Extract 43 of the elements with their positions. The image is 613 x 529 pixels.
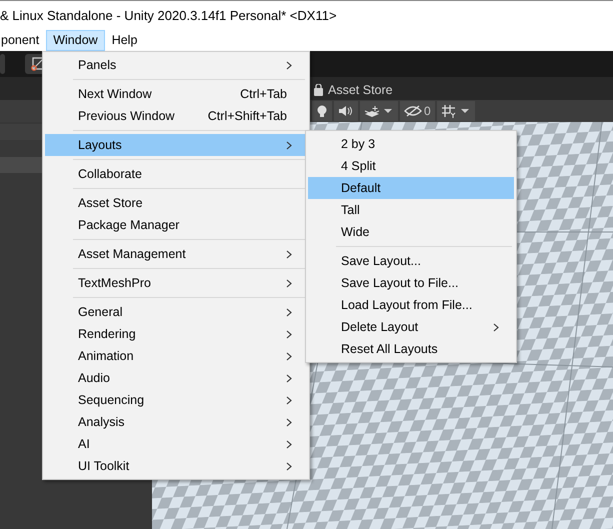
menu-item[interactable]: Layouts [45, 134, 307, 156]
lighting-button[interactable] [312, 101, 332, 121]
menu-item[interactable]: Asset Management [45, 243, 307, 265]
effects-dropdown[interactable] [360, 101, 398, 121]
menu-item[interactable]: AI [45, 433, 307, 455]
menu-item[interactable]: Rendering [45, 323, 307, 345]
layers-icon [364, 104, 380, 118]
menu-item[interactable]: General [45, 301, 307, 323]
caret-icon [382, 108, 394, 114]
menu-item[interactable]: UI Toolkit [45, 455, 307, 477]
audio-button[interactable] [334, 101, 358, 121]
hidden-eye-icon [404, 105, 422, 117]
menu-item[interactable]: Default [308, 177, 514, 199]
menu-item[interactable]: Sequencing [45, 389, 307, 411]
tab-label[interactable]: Asset Store [328, 80, 393, 100]
menu-item[interactable]: Save Layout to File... [308, 272, 514, 294]
menu-item[interactable]: Package Manager [45, 214, 307, 236]
speaker-icon [338, 105, 354, 117]
menu-item[interactable]: Delete Layout [308, 316, 514, 338]
menu-item[interactable]: Wide [308, 221, 514, 243]
menu-item[interactable]: Tall [308, 199, 514, 221]
menu-item[interactable]: Previous Window Ctrl+Shift+Tab [45, 105, 307, 127]
grid-dropdown[interactable] [436, 101, 475, 121]
visibility-button[interactable]: 0 [400, 101, 435, 121]
menu-item[interactable]: Load Layout from File... [308, 294, 514, 316]
bulb-icon [316, 104, 328, 118]
menu-item[interactable]: Audio [45, 367, 307, 389]
menu-item[interactable]: 4 Split [308, 155, 514, 177]
menu-item[interactable]: Save Layout... [308, 250, 514, 272]
menu-item[interactable]: 2 by 3 [308, 133, 514, 155]
menu-item[interactable]: ponent [0, 30, 46, 51]
menu-item[interactable]: Asset Store [45, 192, 307, 214]
window-title: & Linux Standalone - Unity 2020.3.14f1 Personal* <DX11> [0, 6, 337, 25]
menu-item[interactable]: Collaborate [45, 163, 307, 185]
menu-item[interactable]: Animation [45, 345, 307, 367]
menu-item[interactable]: Window [46, 30, 105, 51]
caret-icon [458, 108, 471, 114]
menu-item[interactable]: Analysis [45, 411, 307, 433]
menu-item[interactable]: Help [104, 30, 144, 51]
menu-item[interactable]: Reset All Layouts [308, 338, 514, 360]
grid-icon [440, 104, 457, 118]
menu-item[interactable]: TextMeshPro [45, 272, 307, 294]
menu-item[interactable]: Next Window Ctrl+Tab [45, 83, 307, 105]
